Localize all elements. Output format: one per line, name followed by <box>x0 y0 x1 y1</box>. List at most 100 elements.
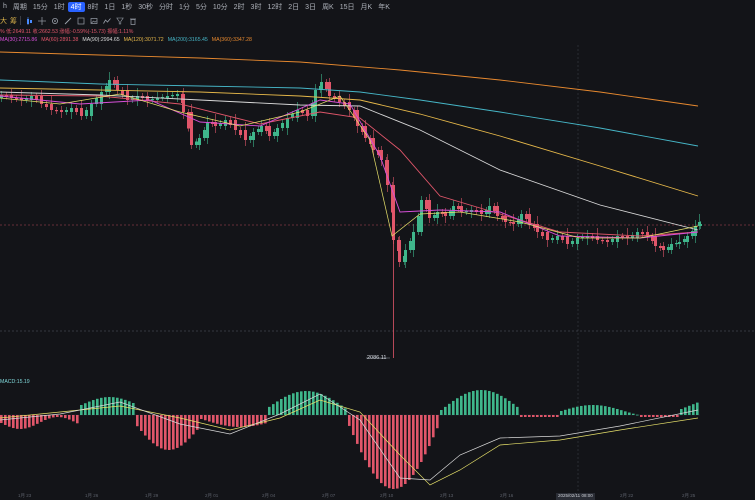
macd-bar <box>588 405 591 415</box>
macd-bar <box>580 405 583 415</box>
low-price-marker: 2086.11 <box>367 355 387 361</box>
macd-bar <box>288 394 291 415</box>
macd-bar <box>464 393 467 415</box>
macd-bar <box>68 415 71 420</box>
macd-bar <box>600 405 603 415</box>
macd-bar <box>584 405 587 415</box>
macd-bar <box>656 415 659 417</box>
macd-bar <box>540 415 543 417</box>
candle-body <box>571 241 574 244</box>
macd-bar <box>524 415 527 417</box>
macd-bar <box>552 415 555 417</box>
x-axis-tick: 2月 22 <box>620 493 634 498</box>
crosshair-time-label: 2025/02/11 08:00 <box>556 493 595 500</box>
candle-body <box>257 129 260 132</box>
candle-body <box>268 126 271 136</box>
macd-bar <box>652 415 655 417</box>
candle-body <box>566 236 569 244</box>
macd-bar <box>248 415 251 427</box>
candle-body <box>398 240 401 262</box>
candle-body <box>662 246 665 250</box>
candle-body <box>417 216 420 232</box>
candle-body <box>457 206 460 209</box>
candle-body <box>65 110 68 112</box>
macd-bar <box>192 415 195 435</box>
candle-body <box>611 239 614 242</box>
macd-bar <box>496 393 499 415</box>
x-axis-tick: 2月 07 <box>322 493 336 498</box>
x-axis-tick: 2月 13 <box>440 493 454 498</box>
macd-bar <box>432 415 435 438</box>
x-axis-tick: 1月 26 <box>85 493 99 498</box>
candle-body <box>50 104 53 110</box>
candle-body <box>198 138 201 145</box>
candle-body <box>75 108 78 112</box>
candle-body <box>273 132 276 136</box>
macd-bar <box>608 406 611 415</box>
macd-bar <box>476 390 479 415</box>
macd-bar <box>144 415 147 436</box>
macd-bar <box>24 415 27 429</box>
candle-body <box>45 104 48 107</box>
candle-body <box>683 239 686 242</box>
macd-bar <box>268 406 271 415</box>
macd-bar <box>520 415 523 417</box>
candle-body <box>265 126 268 131</box>
candle-body <box>698 222 701 226</box>
ma360-line <box>0 51 699 107</box>
candle-body <box>320 82 323 90</box>
macd-bar <box>408 415 411 481</box>
macd-bar <box>208 415 211 422</box>
macd-bar <box>284 396 287 415</box>
candle-body <box>105 86 108 92</box>
x-axis-tick: 2月 25 <box>682 493 696 498</box>
candle-body <box>433 215 436 218</box>
macd-bar <box>508 400 511 415</box>
candle-body <box>501 216 504 219</box>
macd-bar <box>204 415 207 421</box>
price-chart[interactable] <box>0 0 755 500</box>
macd-bar <box>320 394 323 415</box>
candle-body <box>90 104 93 116</box>
candle-body <box>504 216 507 222</box>
macd-bar <box>604 406 607 415</box>
macd-bar <box>512 403 515 415</box>
macd-bar <box>76 415 79 424</box>
candle-body <box>203 130 206 138</box>
candle-body <box>621 236 624 238</box>
macd-bar <box>188 415 191 439</box>
candle-body <box>496 206 499 216</box>
candle-body <box>252 132 255 140</box>
candle-body <box>601 240 604 242</box>
candle-body <box>409 241 412 250</box>
macd-bar <box>548 415 551 417</box>
macd-bar <box>212 415 215 423</box>
macd-bar <box>452 400 455 415</box>
candle-body <box>60 110 63 112</box>
macd-bar <box>56 415 59 418</box>
macd-bar <box>372 415 375 474</box>
candle-body <box>541 232 544 236</box>
macd-bar <box>108 397 111 415</box>
candle-body <box>100 92 103 104</box>
macd-bar <box>136 415 139 427</box>
macd-bar <box>400 415 403 487</box>
ma90-line <box>0 91 699 231</box>
candle-body <box>146 96 149 100</box>
macd-bar <box>160 415 163 449</box>
macd-bar <box>404 415 407 484</box>
macd-bar <box>592 405 595 415</box>
macd-bar <box>176 415 179 448</box>
macd-bar <box>120 398 123 415</box>
macd-bar <box>560 411 563 415</box>
candle-body <box>281 123 284 128</box>
candle-body <box>488 206 491 214</box>
macd-bar <box>688 405 691 415</box>
macd-bar <box>200 415 203 419</box>
macd-bar <box>480 390 483 415</box>
candle-body <box>171 95 174 97</box>
candle-body <box>636 232 639 238</box>
macd-bar <box>100 397 103 415</box>
macd-bar <box>60 415 63 418</box>
macd-bar <box>620 410 623 415</box>
